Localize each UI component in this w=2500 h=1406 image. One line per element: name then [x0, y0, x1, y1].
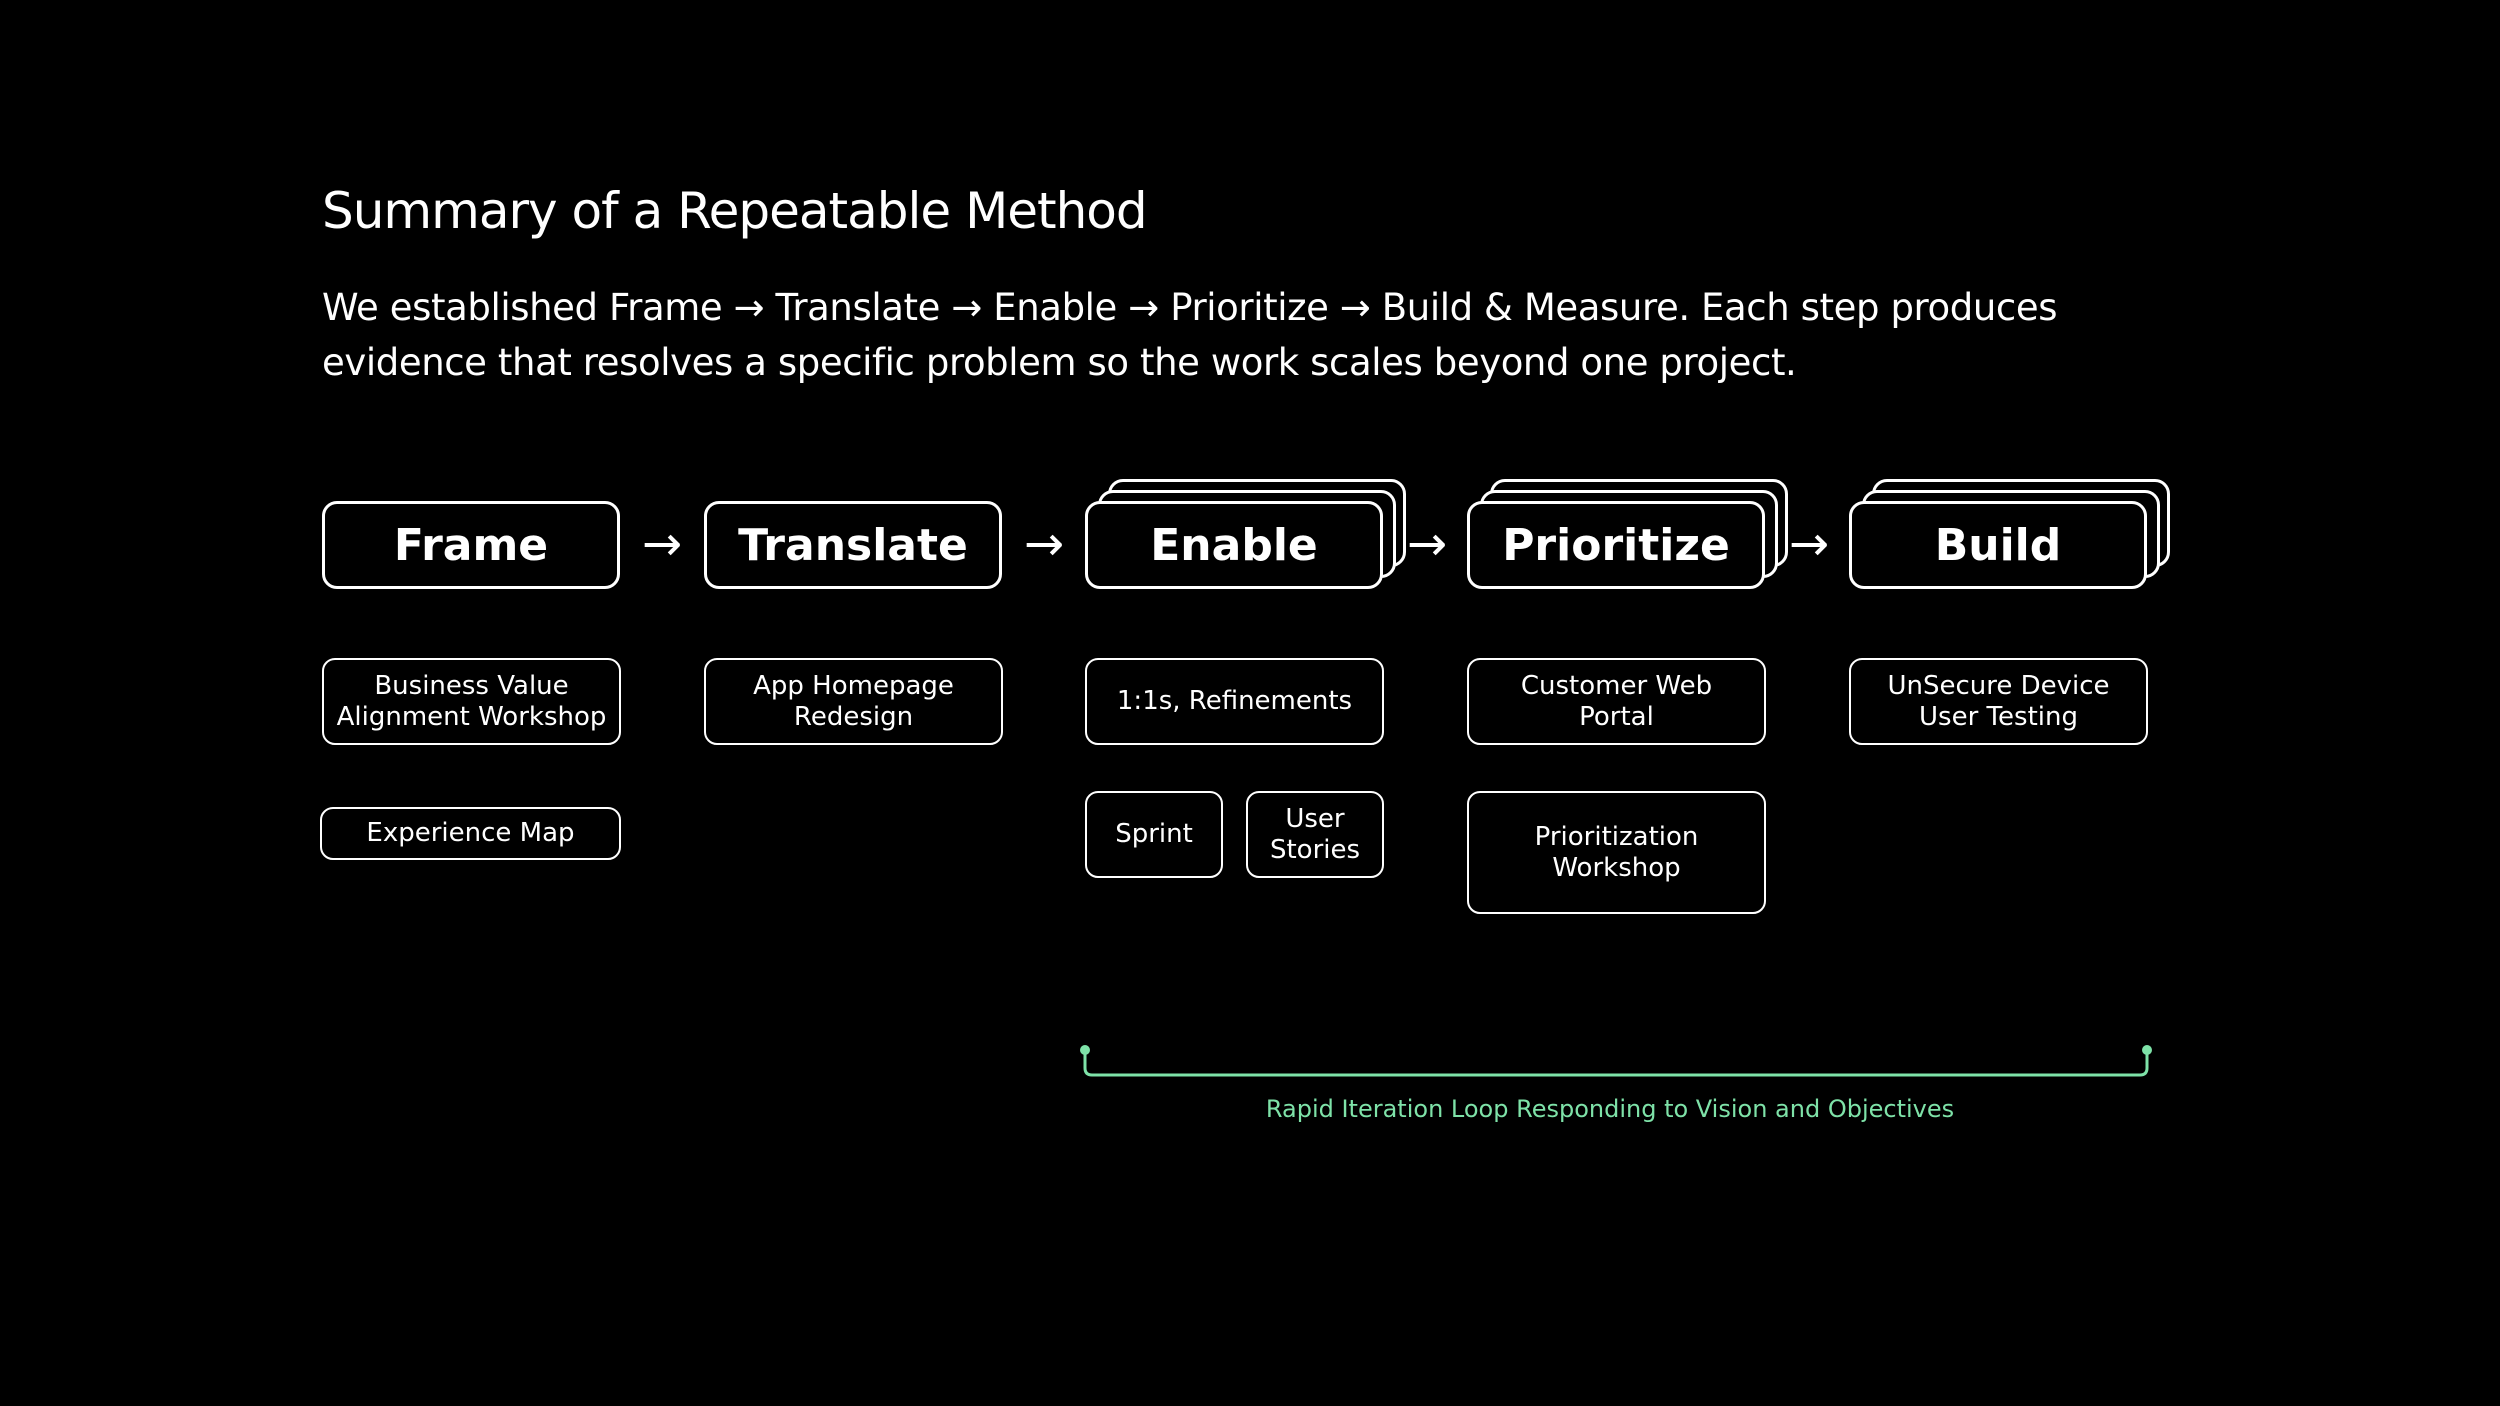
- arrow-right-icon: →: [1023, 516, 1065, 572]
- card-customer-web-portal: Customer Web Portal: [1467, 658, 1766, 745]
- stage-enable: Enable: [1085, 501, 1383, 589]
- card-sprint: Sprint: [1085, 791, 1223, 878]
- card-prioritization-workshop: Prioritization Workshop: [1467, 791, 1766, 914]
- arrow-right-icon: →: [641, 516, 683, 572]
- stage-translate: Translate: [704, 501, 1002, 589]
- card-1on1s-refinements: 1:1s, Refinements: [1085, 658, 1384, 745]
- stage-frame: Frame: [322, 501, 620, 589]
- stage-prioritize: Prioritize: [1467, 501, 1765, 589]
- iteration-loop-bracket: [1080, 1045, 2152, 1077]
- page-title: Summary of a Repeatable Method: [322, 182, 1148, 240]
- stage-build: Build: [1849, 501, 2147, 589]
- card-business-value-workshop: Business Value Alignment Workshop: [322, 658, 621, 745]
- arrow-right-icon: →: [1788, 516, 1830, 572]
- iteration-loop-label: Rapid Iteration Loop Responding to Visio…: [1265, 1095, 1955, 1123]
- card-unsecure-device-testing: UnSecure Device User Testing: [1849, 658, 2148, 745]
- card-app-homepage-redesign: App Homepage Redesign: [704, 658, 1003, 745]
- card-user-stories: User Stories: [1246, 791, 1384, 878]
- card-experience-map: Experience Map: [320, 807, 621, 860]
- arrow-right-icon: →: [1406, 516, 1448, 572]
- page-subtitle: We established Frame → Translate → Enabl…: [322, 286, 2058, 384]
